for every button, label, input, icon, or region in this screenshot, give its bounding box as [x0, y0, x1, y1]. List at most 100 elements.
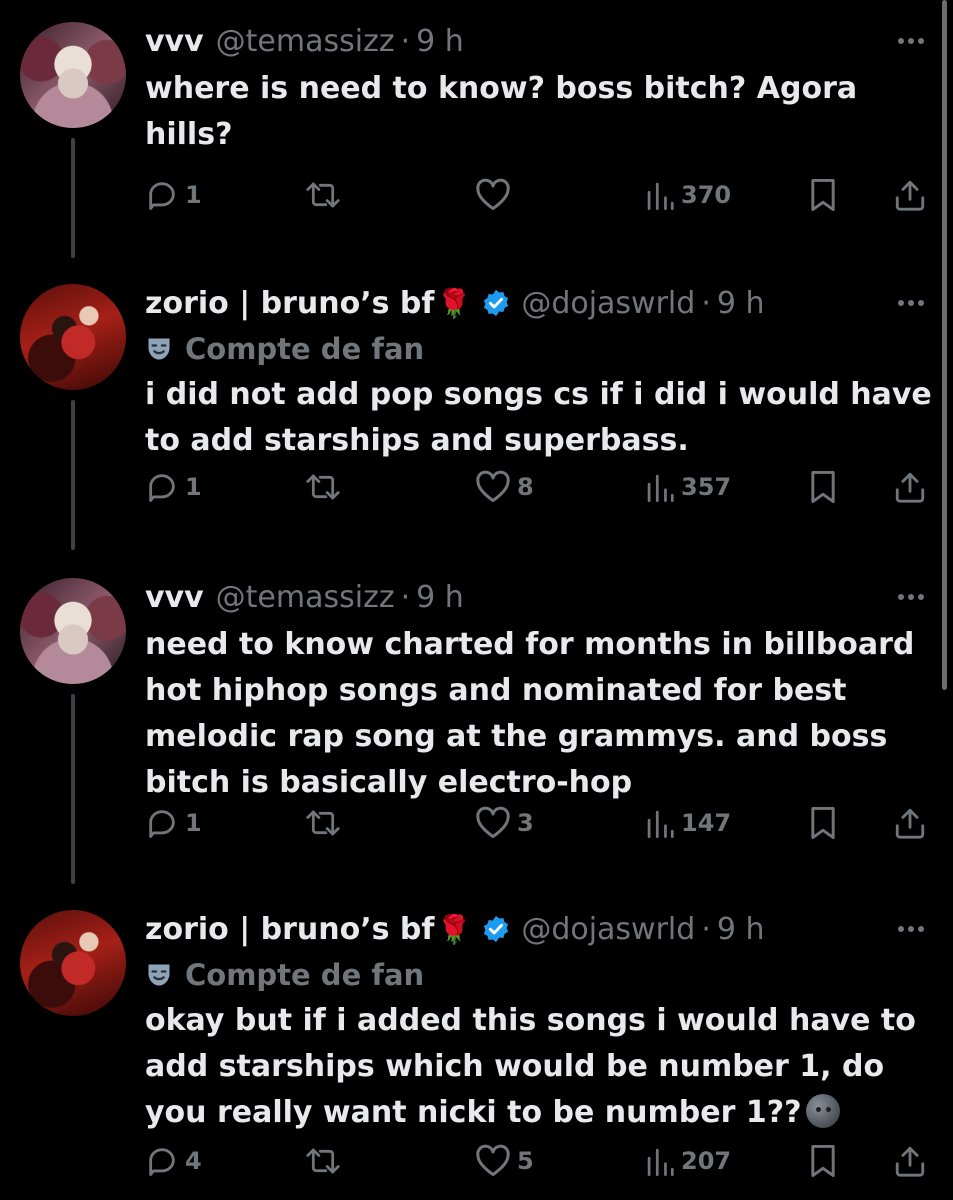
tweet-text: where is need to know? boss bitch? Agora… — [145, 71, 858, 152]
tweet-text: need to know charted for months in billb… — [145, 627, 915, 800]
share-button[interactable] — [893, 170, 927, 220]
fan-label-text: Compte de fan — [185, 958, 425, 992]
more-options-icon[interactable] — [893, 26, 929, 56]
avatar[interactable] — [20, 284, 126, 390]
reply-count: 4 — [185, 1147, 202, 1175]
separator-dot: · — [701, 911, 711, 947]
tweet-header: zorio | bruno’s bf 🌹 @dojaswrld · 9 h — [145, 280, 765, 326]
verified-badge-icon[interactable] — [481, 914, 511, 944]
tweet[interactable]: vvv @temassizz · 9 h where is need to kn… — [0, 0, 953, 262]
user-handle[interactable]: @temassizz — [216, 580, 395, 615]
like-count: 8 — [517, 473, 534, 501]
share-icon — [895, 1146, 925, 1177]
share-button[interactable] — [893, 798, 927, 848]
fan-account-label: Compte de fan — [145, 954, 424, 996]
reply-button[interactable]: 1 — [145, 170, 202, 220]
more-options-icon[interactable] — [893, 914, 929, 944]
avatar[interactable] — [20, 910, 126, 1016]
tweet-header: vvv @temassizz · 9 h — [145, 574, 464, 620]
retweet-icon — [306, 810, 340, 836]
views-count: 147 — [681, 809, 732, 837]
bookmark-button[interactable] — [807, 798, 839, 848]
display-name[interactable]: vvv — [145, 24, 204, 59]
user-handle[interactable]: @temassizz — [216, 24, 395, 59]
timestamp[interactable]: 9 h — [416, 580, 464, 615]
new-moon-face-emoji — [805, 1094, 840, 1128]
like-count: 3 — [517, 809, 534, 837]
retweet-icon — [306, 182, 340, 208]
theater-mask-icon — [148, 338, 170, 360]
views-button[interactable]: 370 — [645, 170, 731, 220]
avatar[interactable] — [20, 578, 126, 684]
like-count: 5 — [517, 1147, 534, 1175]
tweet-actions: 1 3 147 — [145, 798, 935, 848]
bookmark-button[interactable] — [807, 462, 839, 512]
views-count: 357 — [681, 473, 732, 501]
retweet-button[interactable] — [305, 798, 347, 848]
like-button[interactable]: 5 — [475, 1136, 534, 1186]
reply-button[interactable]: 1 — [145, 798, 202, 848]
tweet-actions: 4 5 207 — [145, 1136, 935, 1186]
retweet-button[interactable] — [305, 1136, 347, 1186]
fan-account-label: Compte de fan — [145, 328, 424, 370]
tweet-text: okay but if i added this songs i would h… — [145, 998, 935, 1136]
bookmark-icon — [811, 1145, 835, 1177]
rose-emoji: 🌹 — [436, 286, 472, 320]
more-options-icon[interactable] — [893, 288, 929, 318]
retweet-button[interactable] — [305, 462, 347, 512]
display-name[interactable]: vvv — [145, 580, 204, 615]
bookmark-icon — [811, 178, 835, 211]
like-button[interactable]: 3 — [475, 798, 534, 848]
heart-icon — [476, 470, 510, 502]
reply-icon — [149, 1148, 175, 1176]
timestamp[interactable]: 9 h — [416, 24, 464, 59]
share-button[interactable] — [893, 462, 927, 512]
separator-dot: · — [400, 579, 411, 615]
retweet-icon — [306, 474, 340, 500]
scrollbar[interactable] — [942, 0, 947, 690]
reply-icon — [149, 810, 175, 838]
tweet-actions: 1 370 — [145, 170, 935, 220]
user-handle[interactable]: @dojaswrld — [521, 286, 695, 321]
more-options-icon[interactable] — [893, 582, 929, 612]
display-name[interactable]: zorio | bruno’s bf — [145, 912, 434, 947]
tweet[interactable]: zorio | bruno’s bf 🌹 @dojaswrld · 9 h Co… — [0, 888, 953, 1200]
reply-button[interactable]: 4 — [145, 1136, 202, 1186]
views-button[interactable]: 357 — [645, 462, 731, 512]
views-button[interactable]: 207 — [645, 1136, 731, 1186]
reply-count: 1 — [185, 473, 202, 501]
reply-count: 1 — [185, 181, 202, 209]
heart-icon — [476, 178, 510, 210]
theater-mask-icon — [148, 964, 170, 986]
tweet-text: i did not add pop songs cs if i did i wo… — [145, 377, 932, 458]
verified-badge-icon[interactable] — [481, 288, 511, 318]
views-count: 207 — [681, 1147, 732, 1175]
retweet-button[interactable] — [305, 170, 347, 220]
heart-icon — [476, 1144, 510, 1176]
reply-icon — [149, 474, 175, 502]
retweet-icon — [306, 1148, 340, 1174]
like-button[interactable]: 8 — [475, 462, 534, 512]
separator-dot: · — [400, 23, 411, 59]
conversation-thread: vvv @temassizz · 9 h where is need to kn… — [0, 0, 953, 1200]
user-handle[interactable]: @dojaswrld — [521, 912, 695, 947]
reply-count: 1 — [185, 809, 202, 837]
tweet[interactable]: zorio | bruno’s bf 🌹 @dojaswrld · 9 h Co… — [0, 262, 953, 556]
views-button[interactable]: 147 — [645, 798, 731, 848]
timestamp[interactable]: 9 h — [717, 912, 765, 947]
share-icon — [895, 472, 925, 503]
views-icon — [647, 182, 674, 210]
display-name[interactable]: zorio | bruno’s bf — [145, 286, 434, 321]
avatar[interactable] — [20, 22, 126, 128]
like-button[interactable] — [475, 170, 517, 220]
share-button[interactable] — [893, 1136, 927, 1186]
bookmark-button[interactable] — [807, 1136, 839, 1186]
bookmark-icon — [811, 471, 835, 503]
heart-icon — [476, 806, 510, 838]
tweet[interactable]: vvv @temassizz · 9 h need to know charte… — [0, 556, 953, 888]
timestamp[interactable]: 9 h — [717, 286, 765, 321]
tweet-header: vvv @temassizz · 9 h — [145, 18, 464, 64]
reply-button[interactable]: 1 — [145, 462, 202, 512]
bookmark-button[interactable] — [807, 170, 839, 220]
tweet-text-content: okay but if i added this songs i would h… — [145, 1003, 916, 1130]
